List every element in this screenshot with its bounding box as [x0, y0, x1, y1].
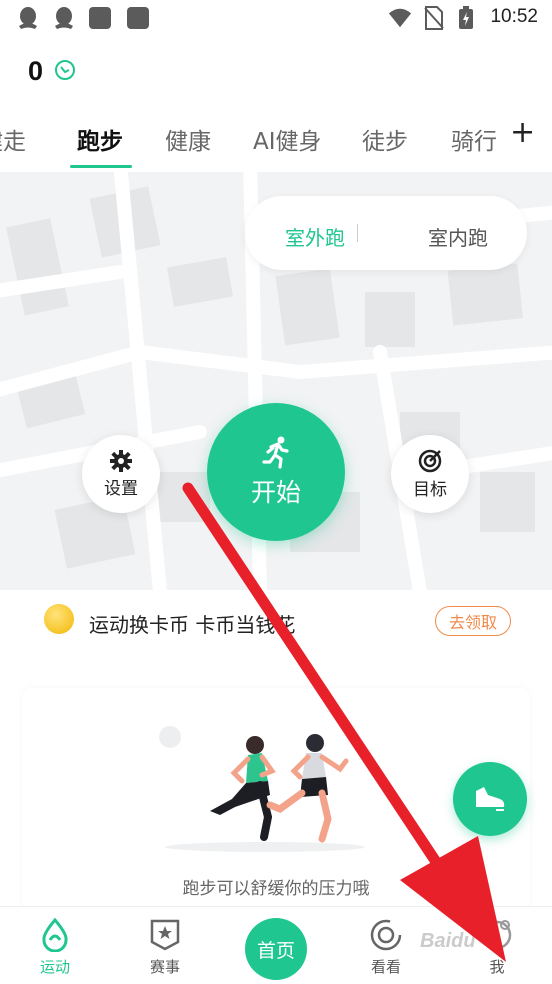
mode-divider — [357, 224, 358, 242]
target-icon — [418, 449, 442, 472]
wifi-icon — [388, 6, 412, 30]
active-tab-indicator — [70, 165, 132, 168]
tab-run[interactable]: 跑步 — [77, 122, 123, 156]
coin-count: 0 — [28, 56, 44, 86]
battery-charging-icon — [454, 6, 478, 30]
qq-icon — [52, 6, 76, 30]
indoor-run-option[interactable]: 室内跑 — [428, 222, 488, 251]
shoe-button[interactable] — [453, 762, 527, 836]
outdoor-run-option[interactable]: 室外跑 — [285, 222, 345, 251]
runners-illustration — [159, 726, 365, 852]
nav-me-label: 我 — [489, 958, 505, 976]
drop-icon — [42, 918, 68, 952]
coin-icon[interactable] — [55, 60, 75, 80]
status-bar: 10:52 — [0, 0, 552, 38]
tab-walk[interactable]: 健走 — [0, 122, 26, 156]
nav-watch-label: 看看 — [370, 958, 401, 976]
nav-events[interactable]: 赛事 — [125, 918, 205, 977]
nav-home-button[interactable]: 首页 — [245, 918, 307, 980]
goal-button[interactable]: 目标 — [391, 435, 469, 513]
settings-button[interactable]: 设置 — [82, 435, 160, 513]
runner-icon — [262, 436, 289, 469]
nav-sport-label: 运动 — [39, 958, 70, 976]
coin-icon — [44, 604, 74, 634]
profile-icon — [482, 920, 512, 950]
tab-health[interactable]: 健康 — [165, 122, 211, 156]
nav-watch[interactable]: 看看 — [346, 918, 426, 977]
shoe-icon — [476, 787, 505, 811]
nav-sport[interactable]: 运动 — [15, 918, 95, 977]
promo-text: 运动换卡币 卡币当钱花 — [89, 613, 296, 637]
claim-button[interactable]: 去领取 — [435, 606, 511, 636]
status-time: 10:52 — [490, 6, 538, 27]
settings-label: 设置 — [104, 478, 138, 499]
no-sim-icon — [422, 6, 446, 30]
tab-cycling[interactable]: 骑行 — [451, 122, 497, 156]
badge-icon — [150, 919, 180, 951]
tab-hiking[interactable]: 徒步 — [362, 122, 408, 156]
qq-icon — [16, 6, 40, 30]
sport-tabs: 健走 跑步 健康 AI健身 徒步 骑行 — [0, 112, 552, 170]
start-label: 开始 — [250, 478, 301, 507]
swirl-icon — [370, 919, 402, 951]
app-icon — [88, 6, 112, 30]
app-icon — [126, 6, 150, 30]
tab-ai-fitness[interactable]: AI健身 — [253, 122, 322, 156]
watermark: Baidu — [420, 930, 476, 952]
gear-icon — [110, 449, 132, 472]
illustration-caption: 跑步可以舒缓你的压力哦 — [182, 879, 370, 899]
nav-events-label: 赛事 — [149, 958, 180, 976]
start-button[interactable]: 开始 — [207, 403, 345, 541]
add-tab-button[interactable]: + — [510, 118, 535, 148]
goal-label: 目标 — [413, 479, 447, 500]
